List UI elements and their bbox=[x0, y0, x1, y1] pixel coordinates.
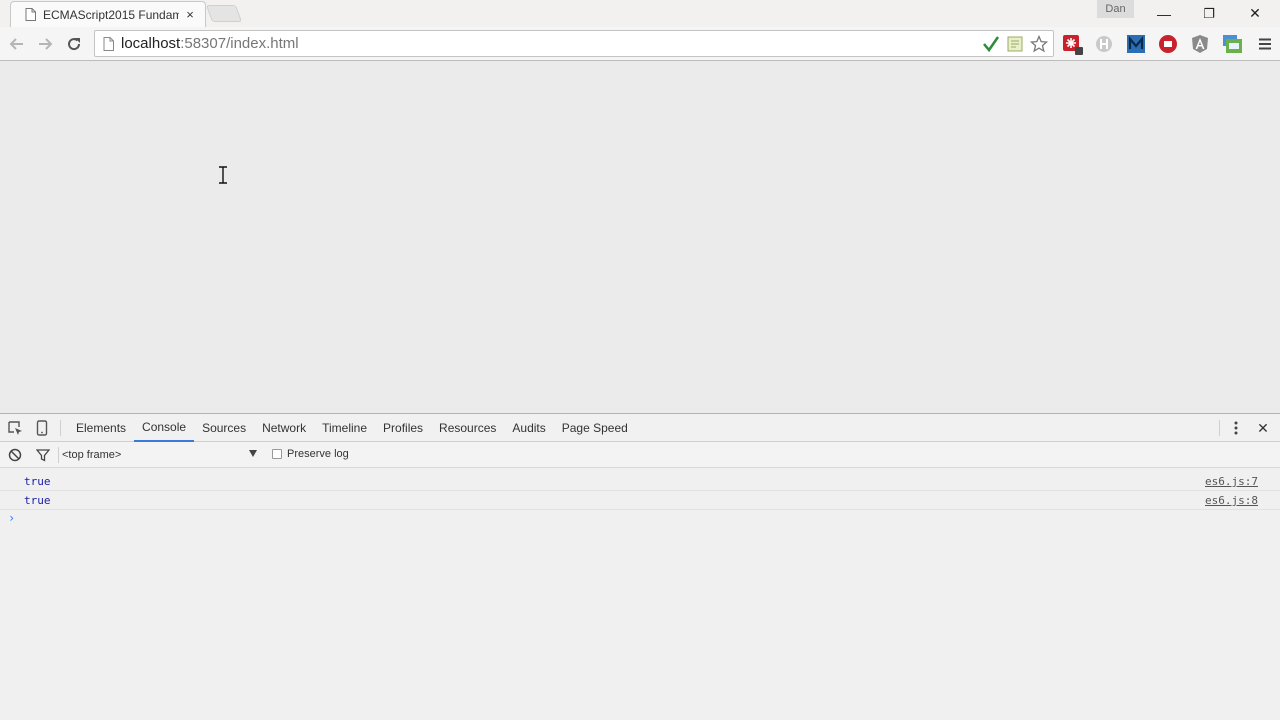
new-tab-button[interactable] bbox=[205, 5, 243, 22]
back-icon[interactable] bbox=[5, 32, 29, 56]
profile-badge[interactable]: Dan bbox=[1097, 0, 1134, 18]
devtools-tabbar: Elements Console Sources Network Timelin… bbox=[0, 414, 1280, 442]
preserve-log-option[interactable]: Preserve log bbox=[272, 448, 349, 460]
tab-network[interactable]: Network bbox=[254, 414, 314, 442]
tab-page-speed[interactable]: Page Speed bbox=[554, 414, 636, 442]
minimize-button[interactable]: — bbox=[1141, 0, 1187, 27]
console-message: true es6.js:7 bbox=[0, 472, 1280, 491]
address-bar[interactable]: localhost:58307/index.html bbox=[94, 30, 1054, 57]
page-icon bbox=[23, 8, 37, 22]
tab-title: ECMAScript2015 Fundame bbox=[43, 7, 179, 22]
tab-audits[interactable]: Audits bbox=[504, 414, 553, 442]
dropdown-arrow-icon[interactable] bbox=[249, 450, 257, 457]
page-icon bbox=[101, 36, 115, 52]
tab-sources[interactable]: Sources bbox=[194, 414, 254, 442]
tab-console[interactable]: Console bbox=[134, 414, 195, 442]
red-extension-icon[interactable] bbox=[1060, 32, 1084, 56]
devtools-panel: Elements Console Sources Network Timelin… bbox=[0, 413, 1280, 720]
clear-console-icon[interactable] bbox=[6, 446, 24, 464]
tab-profiles[interactable]: Profiles bbox=[375, 414, 431, 442]
grey-extension-icon[interactable] bbox=[1092, 32, 1116, 56]
document-extension-icon[interactable] bbox=[1005, 34, 1025, 54]
console-message-value: true bbox=[24, 475, 51, 488]
devtools-close-icon[interactable]: ✕ bbox=[1254, 419, 1272, 437]
browser-tab[interactable]: ECMAScript2015 Fundame × bbox=[10, 1, 206, 27]
browser-toolbar: localhost:58307/index.html bbox=[0, 27, 1280, 61]
frame-select[interactable]: <top frame> bbox=[62, 446, 262, 464]
url-host: localhost bbox=[121, 35, 181, 52]
devtools-tabs: Elements Console Sources Network Timelin… bbox=[68, 414, 636, 442]
tab-timeline[interactable]: Timeline bbox=[314, 414, 375, 442]
window-close-button[interactable]: ✕ bbox=[1232, 0, 1278, 27]
console-output[interactable]: true es6.js:7 true es6.js:8 › bbox=[0, 468, 1280, 720]
preserve-log-checkbox[interactable] bbox=[272, 449, 282, 459]
url-path: :58307/index.html bbox=[180, 35, 299, 52]
console-toolbar: <top frame> Preserve log bbox=[0, 442, 1280, 468]
angular-extension-icon[interactable] bbox=[1188, 32, 1212, 56]
preserve-log-label: Preserve log bbox=[287, 448, 349, 460]
console-message-value: true bbox=[24, 494, 51, 507]
red-circle-extension-icon[interactable] bbox=[1156, 32, 1180, 56]
menu-icon[interactable] bbox=[1253, 32, 1277, 56]
restore-button[interactable]: ❐ bbox=[1186, 0, 1232, 27]
checkmark-extension-icon[interactable] bbox=[981, 34, 1001, 54]
console-prompt[interactable]: › bbox=[8, 511, 15, 525]
console-message: true es6.js:8 bbox=[0, 491, 1280, 510]
page-viewport[interactable] bbox=[0, 61, 1280, 413]
inspect-icon[interactable] bbox=[6, 419, 24, 437]
console-message-source-link[interactable]: es6.js:7 bbox=[1205, 475, 1258, 488]
reload-icon[interactable] bbox=[62, 32, 86, 56]
console-message-source-link[interactable]: es6.js:8 bbox=[1205, 494, 1258, 507]
tab-resources[interactable]: Resources bbox=[431, 414, 504, 442]
m-extension-icon[interactable] bbox=[1124, 32, 1148, 56]
web-extension-icon[interactable] bbox=[1220, 32, 1244, 56]
filter-icon[interactable] bbox=[34, 446, 52, 464]
title-bar: ECMAScript2015 Fundame × Dan — ❐ ✕ bbox=[0, 0, 1280, 27]
star-icon[interactable] bbox=[1029, 34, 1049, 54]
text-cursor-icon bbox=[217, 166, 229, 184]
more-vertical-icon[interactable] bbox=[1227, 419, 1245, 437]
tab-close-icon[interactable]: × bbox=[183, 7, 197, 22]
frame-select-value: <top frame> bbox=[62, 449, 122, 461]
forward-icon[interactable] bbox=[33, 32, 57, 56]
device-icon[interactable] bbox=[33, 419, 51, 437]
tab-elements[interactable]: Elements bbox=[68, 414, 134, 442]
